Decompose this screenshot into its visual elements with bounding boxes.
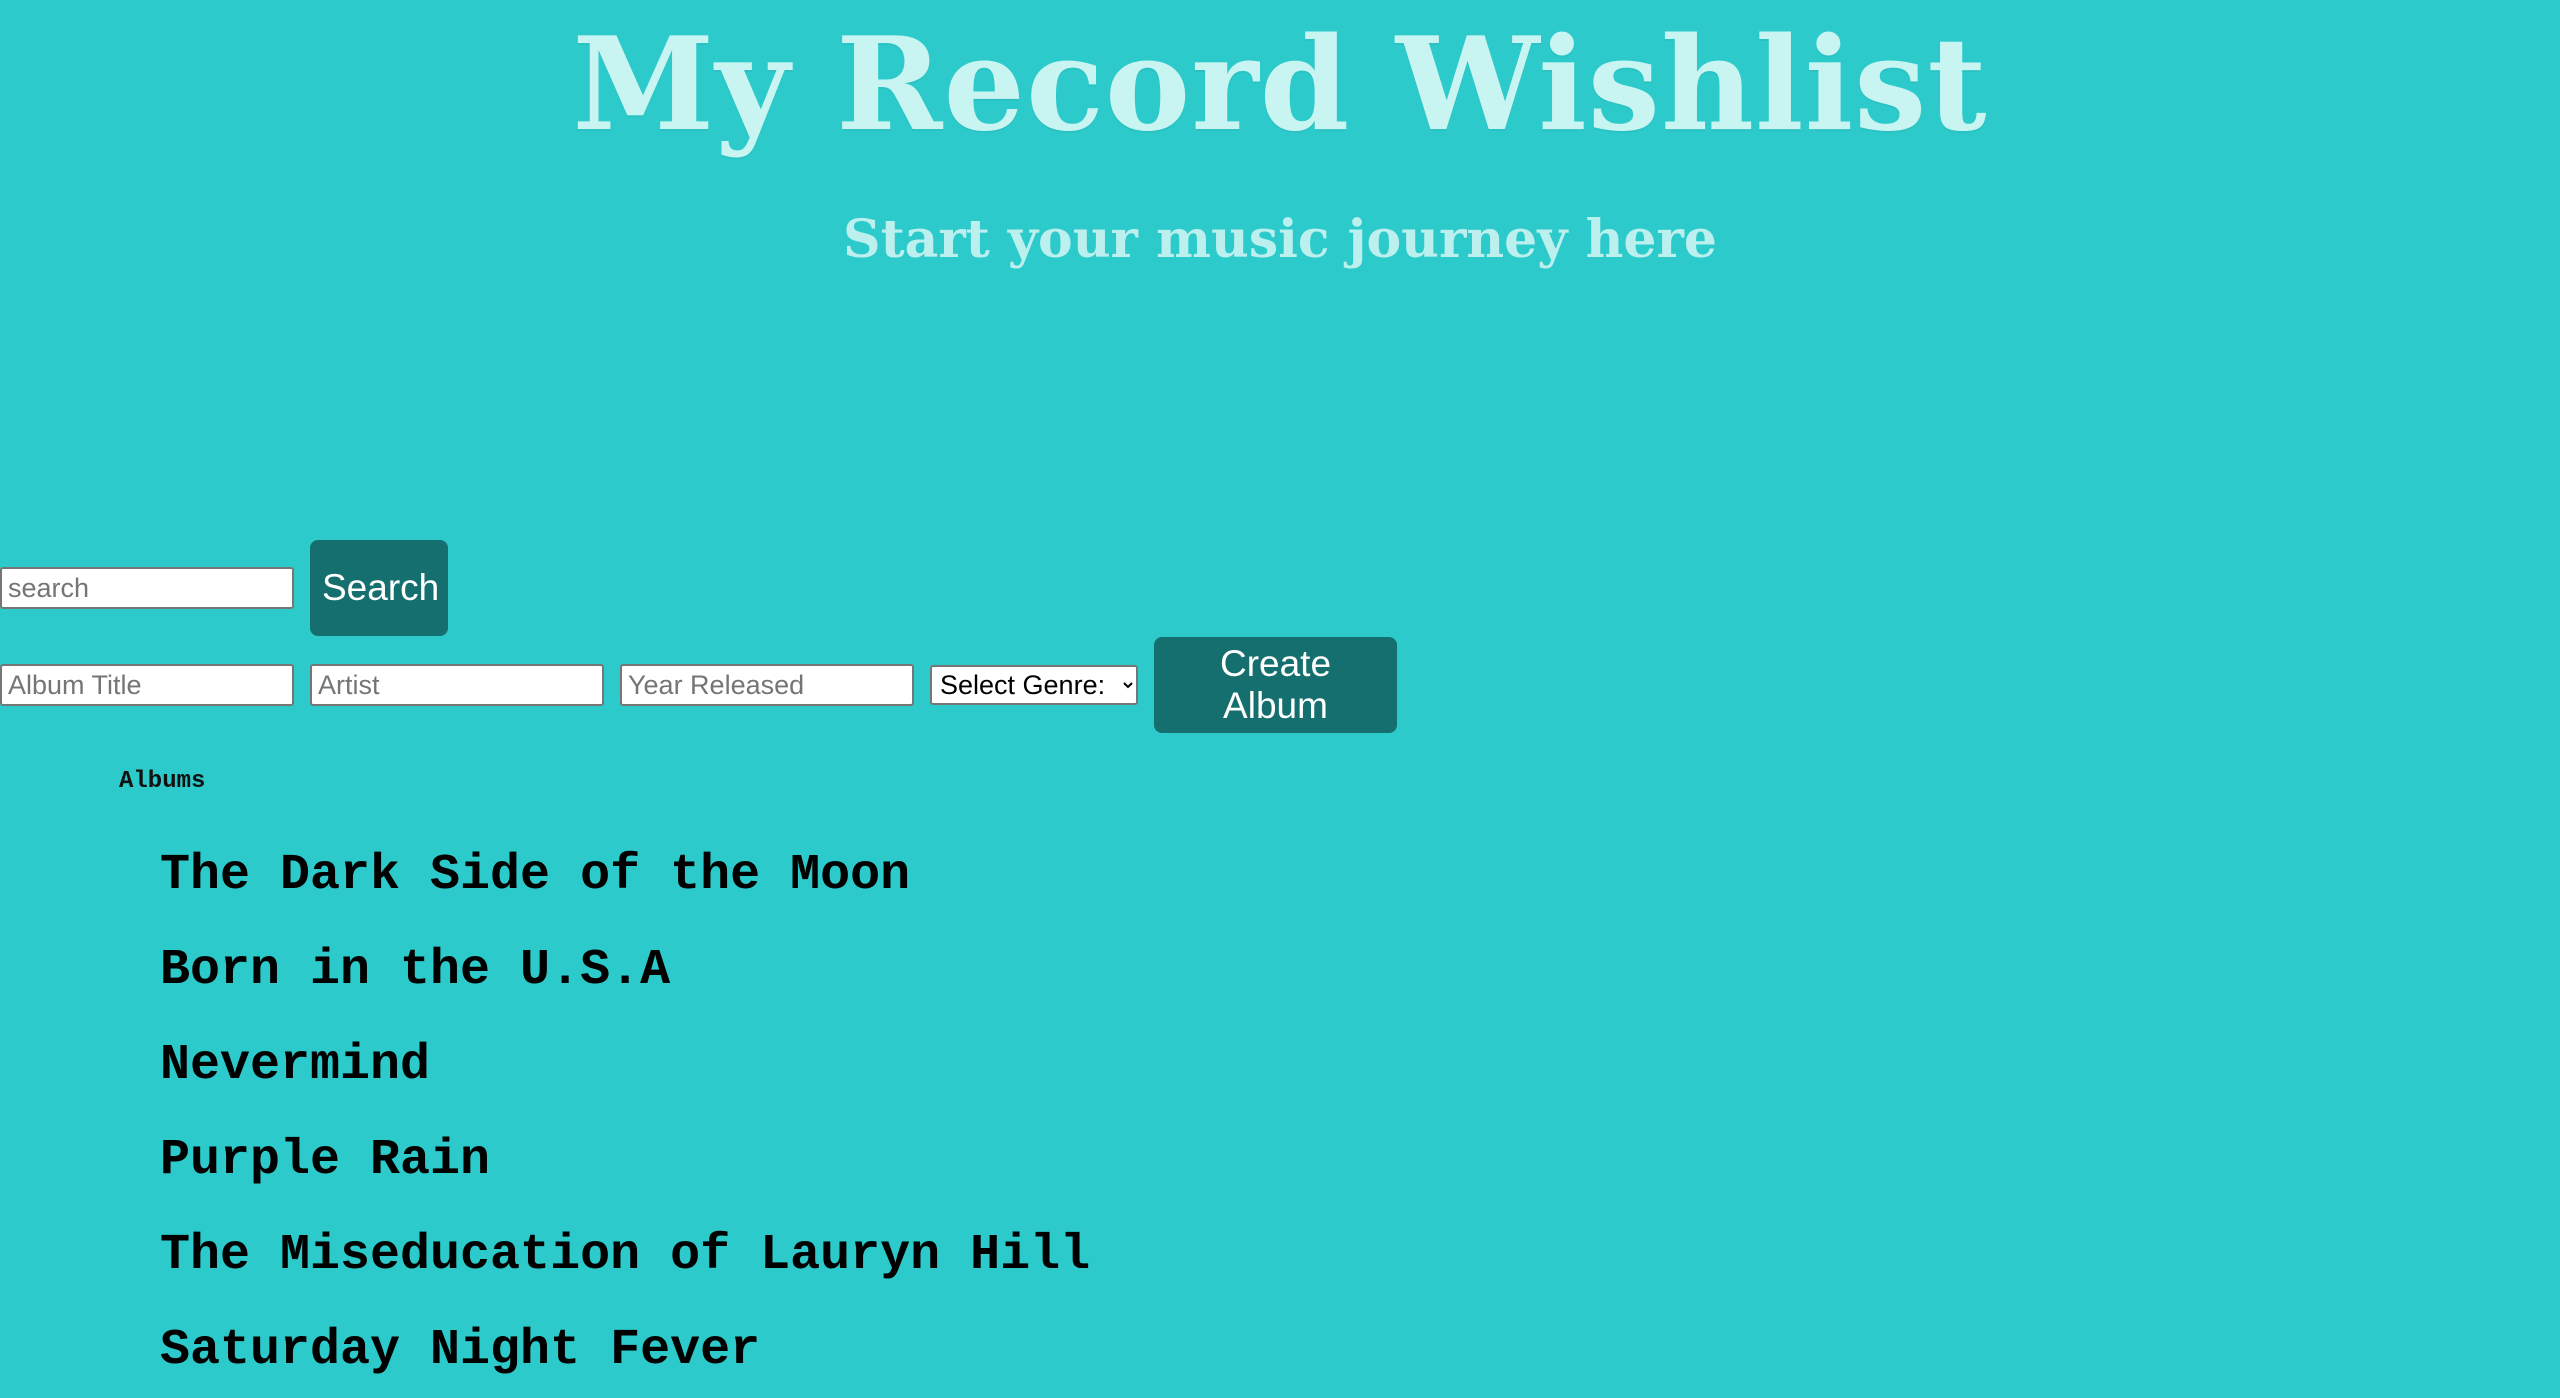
search-input[interactable] — [0, 567, 294, 609]
year-released-input[interactable] — [620, 664, 914, 706]
album-list: The Dark Side of the Moon Born in the U.… — [160, 828, 1090, 1398]
album-item: Saturday Night Fever — [160, 1322, 761, 1379]
create-album-button[interactable]: Create Album — [1154, 637, 1397, 733]
genre-select[interactable]: Select Genre: — [930, 665, 1138, 705]
create-album-form: Select Genre: Create Album — [0, 637, 1397, 733]
artist-input[interactable] — [310, 664, 604, 706]
album-item: Born in the U.S.A — [160, 942, 671, 999]
album-title-input[interactable] — [0, 664, 294, 706]
album-item: The Miseducation of Lauryn Hill — [160, 1227, 1091, 1284]
page-subtitle: Start your music journey here — [843, 209, 1717, 270]
albums-heading: Albums — [119, 768, 206, 795]
search-form: Search — [0, 540, 448, 636]
album-item: Purple Rain — [160, 1132, 491, 1189]
search-button[interactable]: Search — [310, 540, 448, 636]
album-item: The Dark Side of the Moon — [160, 847, 911, 904]
page-title: My Record Wishlist — [572, 10, 1988, 160]
album-item: Nevermind — [160, 1037, 431, 1094]
